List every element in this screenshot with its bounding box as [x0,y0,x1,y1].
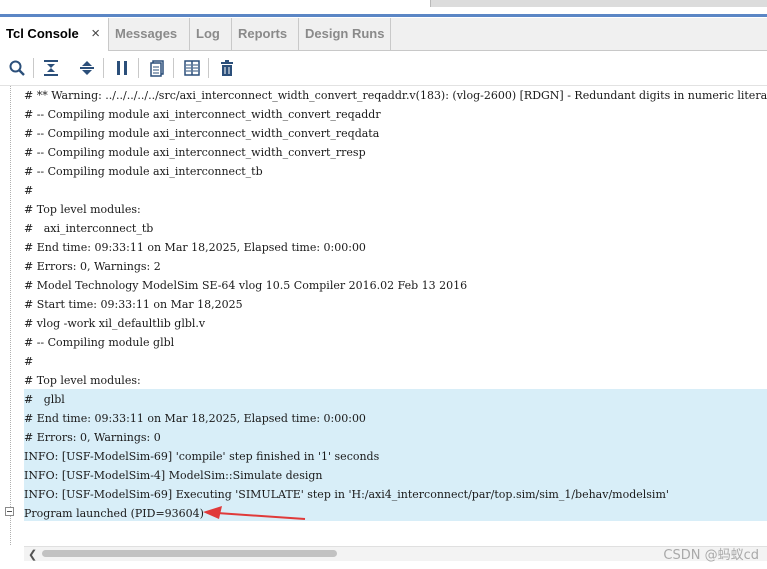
console-line: # Model Technology ModelSim SE-64 vlog 1… [24,279,468,292]
console-line: # -- Compiling module glbl [24,336,175,349]
tab-label: Design Runs [305,26,385,41]
tab-bar: Tcl Console × Messages Log Reports Desig… [0,18,767,51]
top-panel-stub [430,0,767,7]
watermark: CSDN @蚂蚁cd [663,548,759,563]
toolbar-separator [173,58,174,78]
top-strip [0,0,767,18]
console-line: # -- Compiling module axi_interconnect_t… [24,165,263,178]
columns-icon[interactable] [181,57,203,79]
console-line: # -- Compiling module axi_interconnect_w… [24,108,381,121]
console-line: # [24,355,34,368]
console-line: INFO: [USF-ModelSim-69] Executing 'SIMUL… [24,488,669,501]
fold-gutter [10,86,11,545]
horizontal-scrollbar[interactable]: ❮ [24,546,767,561]
console-line: # End time: 09:33:11 on Mar 18,2025, Ela… [24,241,366,254]
console-line: # glbl [24,393,65,406]
tab-design-runs[interactable]: Design Runs [299,18,391,50]
console-line: # Errors: 0, Warnings: 0 [24,431,161,444]
tab-label: Reports [238,26,288,41]
tab-tcl-console[interactable]: Tcl Console × [0,18,109,51]
console-line: INFO: [USF-ModelSim-69] 'compile' step f… [24,450,380,463]
tab-label: Messages [115,26,178,41]
close-icon[interactable]: × [91,18,100,50]
toolbar-separator [103,58,104,78]
tab-messages[interactable]: Messages [109,18,190,50]
console-line: INFO: [USF-ModelSim-4] ModelSim::Simulat… [24,469,323,482]
copy-icon[interactable] [146,57,168,79]
collapse-all-icon[interactable] [40,57,62,79]
console-line: # vlog -work xil_defaultlib glbl.v [24,317,206,330]
toolbar-separator [138,58,139,78]
console-line: # Start time: 09:33:11 on Mar 18,2025 [24,298,243,311]
console-line: # -- Compiling module axi_interconnect_w… [24,127,380,140]
scroll-left-icon[interactable]: ❮ [28,548,37,561]
console-line: # Top level modules: [24,203,141,216]
console-toolbar [0,51,767,86]
console-line: # axi_interconnect_tb [24,222,154,235]
tab-reports[interactable]: Reports [232,18,299,50]
panel-accent-line [0,14,767,17]
scrollbar-thumb[interactable] [42,550,337,557]
expand-all-icon[interactable] [76,57,98,79]
console-line: Program launched (PID=93604) [24,507,204,520]
console-line: # Errors: 0, Warnings: 2 [24,260,161,273]
console-line: # Top level modules: [24,374,141,387]
console-output[interactable]: # ** Warning: ../../../../../src/axi_int… [0,86,767,545]
trash-icon[interactable] [216,57,238,79]
tab-log[interactable]: Log [190,18,232,50]
fold-toggle-icon[interactable] [5,507,14,516]
console-line: # End time: 09:33:11 on Mar 18,2025, Ela… [24,412,366,425]
tab-label: Tcl Console [6,26,79,41]
console-line: # [24,184,34,197]
console-line: # -- Compiling module axi_interconnect_w… [24,146,366,159]
console-line: # ** Warning: ../../../../../src/axi_int… [24,89,767,102]
search-icon[interactable] [6,57,28,79]
toolbar-separator [208,58,209,78]
pause-icon[interactable] [111,57,133,79]
tab-label: Log [196,26,220,41]
toolbar-separator [33,58,34,78]
